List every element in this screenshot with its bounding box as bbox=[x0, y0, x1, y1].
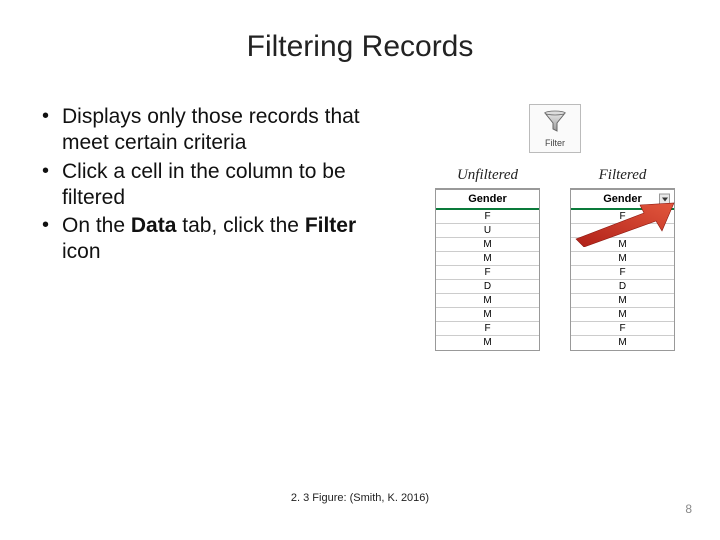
table-row: J bbox=[571, 224, 674, 238]
bullet-list: Displays only those records that meet ce… bbox=[40, 104, 380, 351]
page-title: Filtering Records bbox=[0, 0, 720, 64]
page-number: 8 bbox=[685, 502, 692, 516]
unfiltered-column: Unfiltered Gender F U M M F D M M F M bbox=[435, 167, 540, 351]
table-row: U bbox=[436, 224, 539, 238]
table-row: M bbox=[436, 336, 539, 350]
filtered-column: Filtered Gender F J M M F D M M F M bbox=[570, 167, 675, 351]
bullet-3-mid: tab, click the bbox=[176, 214, 304, 237]
comparison-columns: Unfiltered Gender F U M M F D M M F M bbox=[420, 167, 690, 351]
table-row: F bbox=[571, 210, 674, 224]
filtered-title: Filtered bbox=[570, 167, 675, 184]
unfiltered-header[interactable]: Gender bbox=[436, 189, 539, 210]
filter-dropdown-icon[interactable] bbox=[659, 194, 670, 205]
table-row: F bbox=[571, 266, 674, 280]
filter-toolbar-button[interactable]: Filter bbox=[529, 104, 581, 153]
bullet-3-pre: On the bbox=[62, 214, 131, 237]
table-row: M bbox=[571, 238, 674, 252]
bullet-3-data: Data bbox=[131, 214, 177, 237]
table-row: F bbox=[436, 322, 539, 336]
table-row: M bbox=[436, 238, 539, 252]
funnel-icon bbox=[542, 109, 568, 135]
figure-caption: 2. 3 Figure: (Smith, K. 2016) bbox=[0, 492, 720, 504]
unfiltered-title: Unfiltered bbox=[435, 167, 540, 184]
table-row: M bbox=[571, 308, 674, 322]
filter-toolbar-label: Filter bbox=[545, 138, 565, 148]
table-row: D bbox=[436, 280, 539, 294]
bullet-1: Displays only those records that meet ce… bbox=[40, 104, 380, 157]
table-row: M bbox=[571, 294, 674, 308]
figure-area: Filter Unfiltered Gender F U M M F D M M bbox=[380, 104, 690, 351]
table-row: M bbox=[436, 308, 539, 322]
table-row: F bbox=[436, 266, 539, 280]
table-row: F bbox=[571, 322, 674, 336]
filtered-table: Gender F J M M F D M M F M bbox=[570, 188, 675, 351]
filtered-header[interactable]: Gender bbox=[571, 189, 674, 210]
bullet-3-filter: Filter bbox=[305, 214, 356, 237]
table-row: M bbox=[571, 336, 674, 350]
filtered-header-label: Gender bbox=[603, 193, 642, 205]
unfiltered-header-label: Gender bbox=[468, 193, 507, 205]
content-row: Displays only those records that meet ce… bbox=[0, 64, 720, 351]
table-row: M bbox=[571, 252, 674, 266]
unfiltered-table: Gender F U M M F D M M F M bbox=[435, 188, 540, 351]
table-row: M bbox=[436, 252, 539, 266]
table-row: M bbox=[436, 294, 539, 308]
table-row: D bbox=[571, 280, 674, 294]
bullet-3-post: icon bbox=[62, 240, 101, 263]
bullet-2: Click a cell in the column to be filtere… bbox=[40, 159, 380, 212]
table-row: F bbox=[436, 210, 539, 224]
bullet-3: On the Data tab, click the Filter icon bbox=[40, 213, 380, 266]
